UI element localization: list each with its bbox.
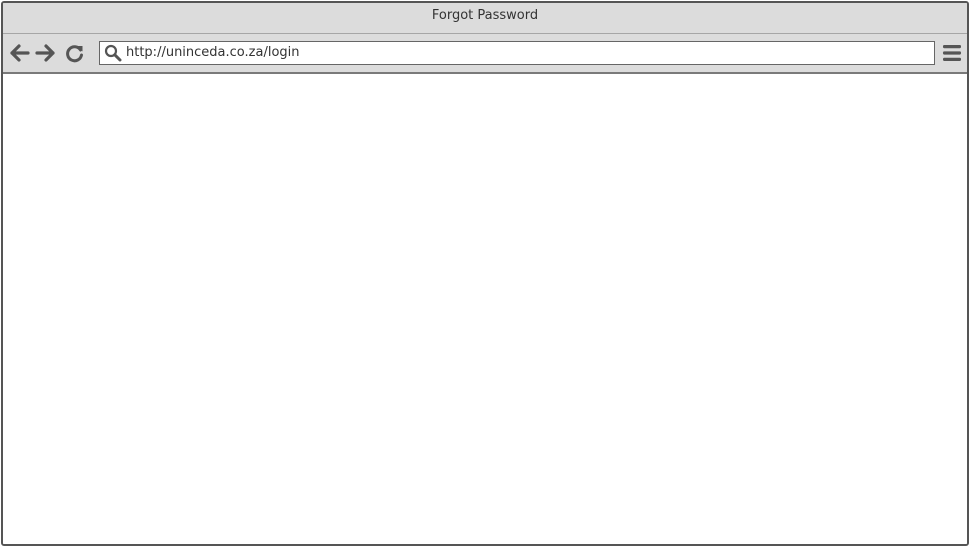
url-text: http://uninceda.co.za/login [126, 45, 300, 60]
menu-button[interactable] [942, 44, 962, 62]
page-content [3, 74, 967, 544]
title-bar: Forgot Password [3, 3, 967, 34]
back-button[interactable] [9, 43, 31, 63]
address-bar[interactable]: http://uninceda.co.za/login [99, 41, 935, 65]
menu-icon [943, 45, 961, 61]
browser-toolbar: http://uninceda.co.za/login [3, 34, 967, 74]
reload-icon [66, 45, 83, 63]
search-icon [104, 44, 122, 62]
window-title: Forgot Password [431, 8, 539, 23]
forward-button[interactable] [34, 43, 56, 63]
forward-arrow-icon [35, 44, 55, 62]
reload-button[interactable] [64, 43, 86, 63]
browser-window: Forgot Password http://uninceda.co.za/lo… [1, 1, 969, 546]
back-arrow-icon [10, 44, 30, 62]
